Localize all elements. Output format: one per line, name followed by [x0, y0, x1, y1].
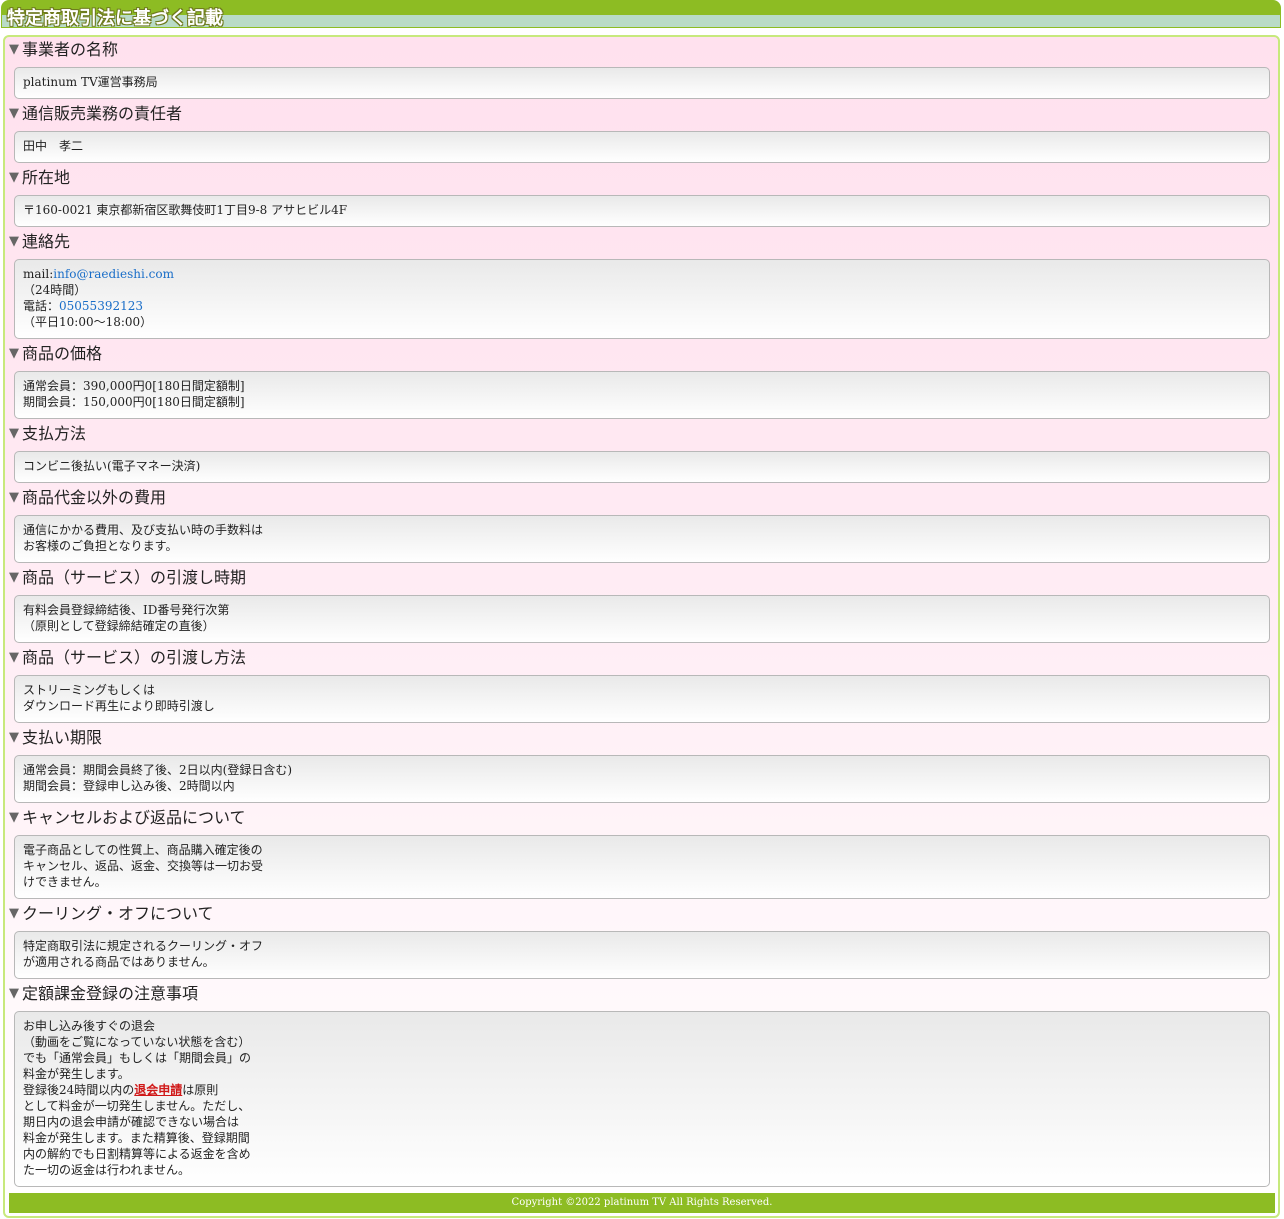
section-box-price: 通常会員：390,000円0[180日間定額制] 期間会員：150,000円0[… [14, 371, 1270, 419]
section-box-payment-deadline: 通常会員：期間会員終了後、2日以内(登録日含む) 期間会員：登録申し込み後、2時… [14, 755, 1270, 803]
phone-link[interactable]: 05055392123 [59, 299, 143, 313]
section-box-delivery-time: 有料会員登録締結後、ID番号発行次第 （原則として登録締結確定の直後） [14, 595, 1270, 643]
mail-link[interactable]: info@raedieshi.com [53, 267, 174, 281]
section-heading-payment-deadline: ▼ 支払い期限 [9, 728, 103, 747]
page-title: 特定商取引法に基づく記載 [7, 8, 223, 29]
section-heading-delivery-method: ▼ 商品（サービス）の引渡し方法 [9, 648, 247, 667]
section-box-subscription-notes: お申し込み後すぐの退会 （動画をご覧になっていない状態を含む） でも「通常会員」… [14, 1011, 1270, 1187]
withdrawal-request-link[interactable]: 退会申請 [134, 1083, 182, 1097]
triangle-down-icon: ▼ [9, 234, 19, 249]
triangle-down-icon: ▼ [9, 570, 19, 585]
triangle-down-icon: ▼ [9, 986, 19, 1001]
triangle-down-icon: ▼ [9, 650, 19, 665]
section-heading-cooling-off: ▼ クーリング・オフについて [9, 904, 214, 923]
triangle-down-icon: ▼ [9, 346, 19, 361]
triangle-down-icon: ▼ [9, 906, 19, 921]
section-box-contact: mail:info@raedieshi.com （24時間） 電話：050553… [14, 259, 1270, 339]
title-bar: 特定商取引法に基づく記載 [1, 0, 1281, 29]
section-heading-delivery-time: ▼ 商品（サービス）の引渡し時期 [9, 568, 247, 587]
section-heading-cancellation: ▼ キャンセルおよび返品について [9, 808, 246, 827]
section-box-address: 〒160-0021 東京都新宿区歌舞伎町1丁目9-8 アサヒビル4F [14, 195, 1270, 227]
triangle-down-icon: ▼ [9, 426, 19, 441]
triangle-down-icon: ▼ [9, 42, 19, 57]
section-box-payment-method: コンビニ後払い(電子マネー決済) [14, 451, 1270, 483]
triangle-down-icon: ▼ [9, 170, 19, 185]
section-heading-other-costs: ▼ 商品代金以外の費用 [9, 488, 167, 507]
copyright-footer: Copyright ©2022 platinum TV All Rights R… [9, 1193, 1275, 1213]
section-heading-address: ▼ 所在地 [9, 168, 71, 187]
triangle-down-icon: ▼ [9, 106, 19, 121]
section-box-cancellation: 電子商品としての性質上、商品購入確定後の キャンセル、返品、返金、交換等は一切お… [14, 835, 1270, 899]
section-box-business-name: platinum TV運営事務局 [14, 67, 1270, 99]
section-box-manager: 田中 孝二 [14, 131, 1270, 163]
triangle-down-icon: ▼ [9, 490, 19, 505]
section-heading-business-name: ▼ 事業者の名称 [9, 40, 119, 59]
triangle-down-icon: ▼ [9, 810, 19, 825]
section-heading-price: ▼ 商品の価格 [9, 344, 103, 363]
section-box-delivery-method: ストリーミングもしくは ダウンロード再生により即時引渡し [14, 675, 1270, 723]
triangle-down-icon: ▼ [9, 730, 19, 745]
section-heading-payment-method: ▼ 支払方法 [9, 424, 87, 443]
section-heading-manager: ▼ 通信販売業務の責任者 [9, 104, 183, 123]
section-heading-contact: ▼ 連絡先 [9, 232, 71, 251]
section-box-cooling-off: 特定商取引法に規定されるクーリング・オフ が適用される商品ではありません。 [14, 931, 1270, 979]
section-heading-subscription-notes: ▼ 定額課金登録の注意事項 [9, 984, 199, 1003]
section-box-other-costs: 通信にかかる費用、及び支払い時の手数料は お客様のご負担となります。 [14, 515, 1270, 563]
